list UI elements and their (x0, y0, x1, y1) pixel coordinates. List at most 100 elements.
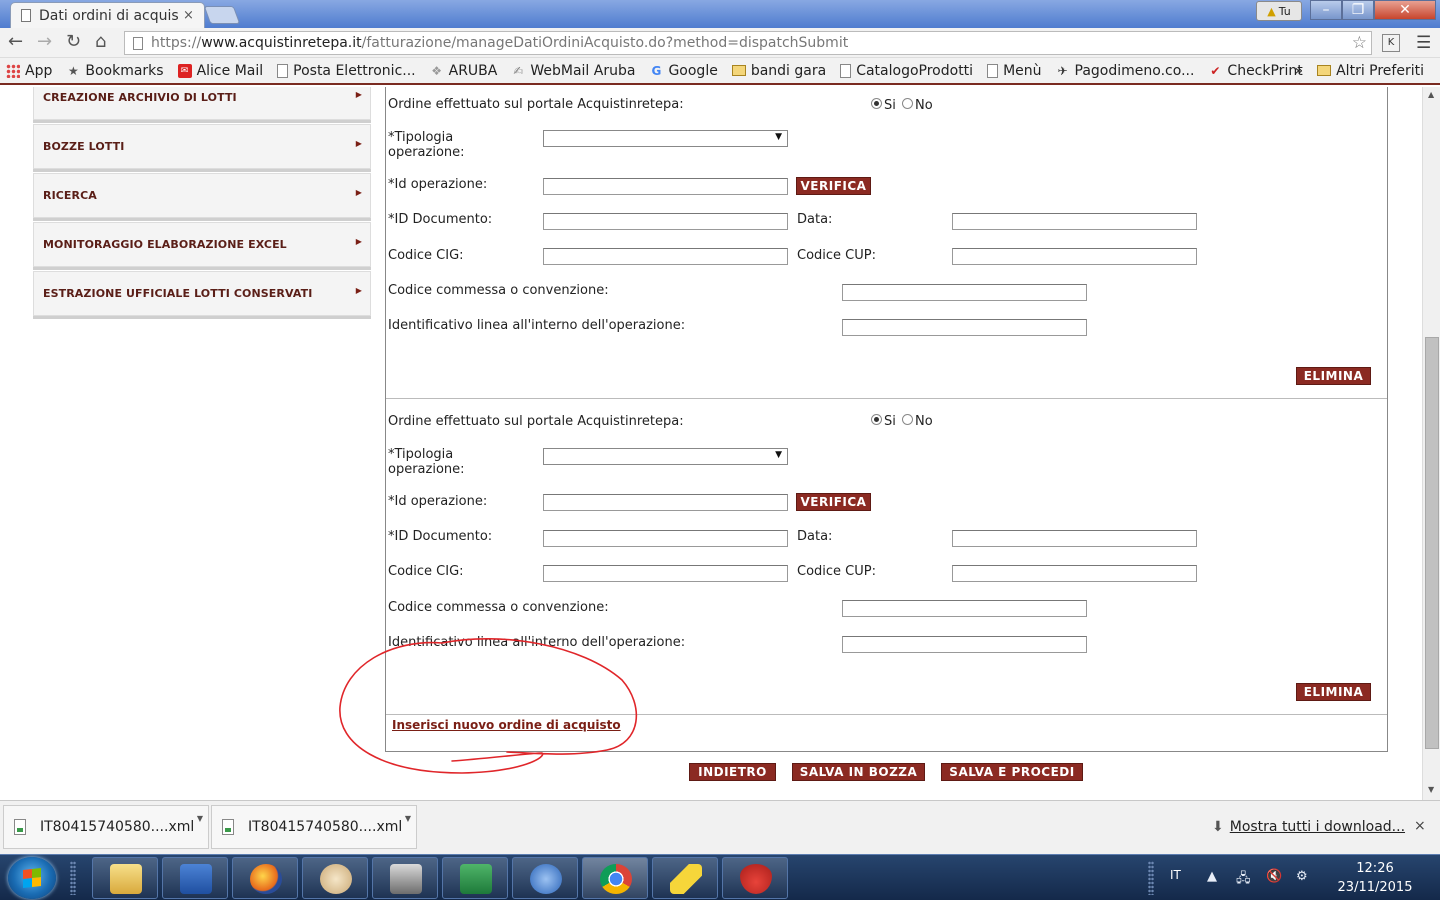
minimize-button[interactable]: – (1310, 0, 1342, 20)
cig-input[interactable] (543, 248, 788, 265)
bookmark-bookmarks[interactable]: ★ Bookmarks (66, 63, 164, 79)
bookmark-alice-mail[interactable]: ✉ Alice Mail (177, 63, 263, 79)
portal-yes-label: Si (884, 414, 896, 429)
extension-icon[interactable]: K (1382, 34, 1400, 52)
verifica-button[interactable]: VERIFICA (796, 493, 871, 511)
portal-no-radio[interactable] (902, 414, 913, 425)
chevron-down-icon[interactable]: ▼ (405, 814, 411, 823)
back-icon[interactable]: ← (8, 32, 23, 52)
download-shelf: IT80415740580....xml ▼ IT80415740580....… (0, 800, 1440, 854)
taskbar-excel[interactable] (442, 857, 508, 899)
chrome-menu-icon[interactable]: ☰ (1416, 33, 1431, 53)
commessa-input[interactable] (842, 600, 1087, 617)
page-info-icon[interactable] (133, 36, 143, 50)
id-documento-input[interactable] (543, 213, 788, 230)
taskbar-media[interactable] (372, 857, 438, 899)
browser-tab[interactable]: Dati ordini di acquist × (10, 2, 205, 28)
tipologia-select[interactable]: ▼ (543, 130, 788, 147)
network-icon[interactable]: 🖧 (1236, 869, 1251, 891)
page-scrollbar[interactable]: ▲ ▼ (1422, 87, 1440, 800)
firefox-icon (250, 864, 282, 894)
chevron-down-icon[interactable]: ▼ (197, 814, 203, 823)
taskbar-word[interactable] (162, 857, 228, 899)
chevron-down-icon: ▼ (775, 450, 782, 460)
id-documento-input[interactable] (543, 530, 788, 547)
address-bar[interactable]: https://www.acquistinretepa.it/fatturazi… (124, 31, 1372, 55)
tipologia-label: *Tipologia operazione: (388, 447, 465, 477)
taskbar-app[interactable] (512, 857, 578, 899)
download-item[interactable]: IT80415740580....xml ▼ (211, 805, 417, 849)
sidebar-item-monitoraggio[interactable]: MONITORAGGIO ELABORAZIONE EXCEL ▶ (33, 222, 371, 267)
taskbar-paint[interactable] (302, 857, 368, 899)
scrollbar-thumb[interactable] (1425, 337, 1439, 749)
id-operazione-input[interactable] (543, 494, 788, 511)
bookmark-apps[interactable]: App (6, 63, 52, 79)
portal-yes-radio[interactable] (871, 98, 882, 109)
taskbar-firefox[interactable] (232, 857, 298, 899)
portal-yes-radio[interactable] (871, 414, 882, 425)
bookmark-other-folder[interactable]: Altri Preferiti (1317, 63, 1424, 79)
bookmark-webmail-aruba[interactable]: ✍ WebMail Aruba (511, 63, 635, 79)
linea-label: Identificativo linea all'interno dell'op… (388, 318, 686, 333)
home-icon[interactable]: ⌂ (95, 32, 106, 52)
show-all-downloads-link[interactable]: ⬇ Mostra tutti i download... (1212, 819, 1405, 835)
tab-close-icon[interactable]: × (183, 8, 194, 23)
linea-input[interactable] (842, 636, 1087, 653)
download-item[interactable]: IT80415740580....xml ▼ (3, 805, 209, 849)
system-clock[interactable]: 12:26 23/11/2015 (1330, 859, 1420, 897)
sidebar-item-creazione-archivio[interactable]: CREAZIONE ARCHIVIO DI LOTTI ▶ (33, 87, 371, 120)
data-input[interactable] (952, 213, 1197, 230)
taskbar-explorer[interactable] (92, 857, 158, 899)
maximize-button[interactable]: ❐ (1342, 0, 1374, 20)
cup-input[interactable] (952, 565, 1197, 582)
close-download-shelf-icon[interactable]: × (1414, 818, 1426, 834)
scroll-down-icon[interactable]: ▼ (1428, 785, 1434, 794)
bookmark-aruba[interactable]: ❖ ARUBA (430, 63, 497, 79)
taskbar-chrome[interactable] (582, 857, 648, 899)
sidebar-item-ricerca[interactable]: RICERCA ▶ (33, 173, 371, 218)
language-indicator[interactable]: IT (1170, 868, 1181, 882)
linea-input[interactable] (842, 319, 1087, 336)
data-label: Data: (797, 529, 833, 544)
tray-expand-icon[interactable]: ▲ (1207, 869, 1217, 884)
bookmark-posta[interactable]: Posta Elettronic... (277, 63, 416, 79)
commessa-input[interactable] (842, 284, 1087, 301)
salva-procedi-button[interactable]: SALVA E PROCEDI (941, 763, 1083, 781)
portal-no-radio[interactable] (902, 98, 913, 109)
reload-icon[interactable]: ↻ (66, 32, 81, 52)
verifica-button[interactable]: VERIFICA (796, 177, 871, 195)
start-button[interactable] (8, 857, 56, 899)
close-window-button[interactable]: ✕ (1374, 0, 1436, 20)
scroll-up-icon[interactable]: ▲ (1428, 90, 1434, 99)
elimina-button[interactable]: ELIMINA (1296, 367, 1371, 385)
salva-bozza-button[interactable]: SALVA IN BOZZA (792, 763, 925, 781)
tipologia-label: *Tipologia operazione: (388, 130, 465, 160)
bookmark-star-icon[interactable]: ☆ (1352, 33, 1367, 53)
new-tab-button[interactable] (203, 6, 241, 24)
forward-icon[interactable]: → (37, 32, 52, 52)
bookmarks-more-button[interactable]: » (1295, 63, 1304, 79)
taskbar-strawberry[interactable] (722, 857, 788, 899)
tipologia-select[interactable]: ▼ (543, 448, 788, 465)
taskbar-highlighter[interactable] (652, 857, 718, 899)
bookmark-google[interactable]: G Google (649, 63, 718, 79)
arrow-right-icon: ▶ (355, 90, 362, 99)
bookmark-bandi-gara[interactable]: bandi gara (731, 63, 826, 79)
bookmark-pagodimeno[interactable]: ✈ Pagodimeno.co... (1056, 63, 1195, 79)
sidebar-item-estrazione[interactable]: ESTRAZIONE UFFICIALE LOTTI CONSERVATI ▶ (33, 271, 371, 316)
profile-button[interactable]: ▲ Tu (1256, 1, 1302, 21)
cup-input[interactable] (952, 248, 1197, 265)
bookmark-menu[interactable]: Menù (987, 63, 1042, 79)
cig-input[interactable] (543, 565, 788, 582)
xml-file-icon (14, 819, 26, 835)
indietro-button[interactable]: INDIETRO (689, 763, 776, 781)
url-text[interactable]: https://www.acquistinretepa.it/fatturazi… (151, 35, 848, 51)
data-input[interactable] (952, 530, 1197, 547)
id-documento-label: *ID Documento: (388, 212, 493, 227)
bookmark-catalogo[interactable]: CatalogoProdotti (840, 63, 973, 79)
sidebar-item-bozze-lotti[interactable]: BOZZE LOTTI ▶ (33, 124, 371, 169)
elimina-button[interactable]: ELIMINA (1296, 683, 1371, 701)
tray-app-icon[interactable]: ⚙ (1296, 869, 1308, 884)
id-operazione-input[interactable] (543, 178, 788, 195)
volume-muted-icon[interactable]: 🔇 (1266, 869, 1282, 884)
